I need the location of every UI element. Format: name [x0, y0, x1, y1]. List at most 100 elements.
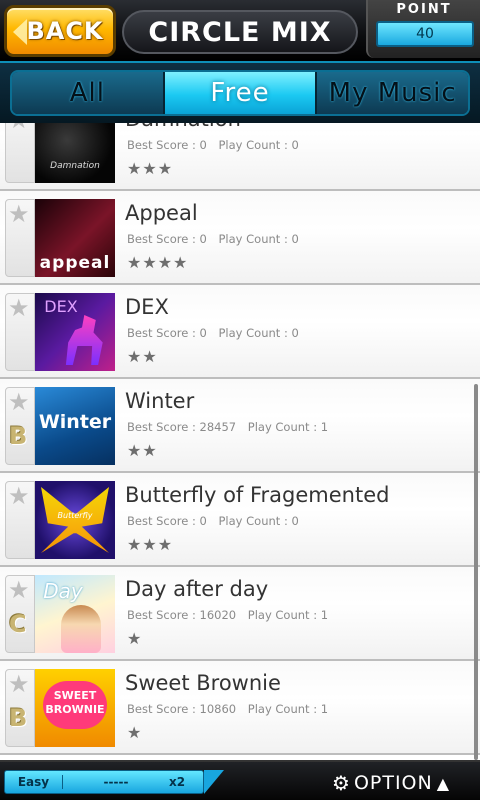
header-bar: BACK CIRCLE MIX POINT 40 [0, 0, 480, 63]
favorite-toggle[interactable]: ★ C [5, 575, 35, 653]
best-score: Best Score : 0 [127, 138, 207, 152]
song-meta: Best Score : 10860 Play Count : 1 [127, 702, 328, 716]
triangle-up-icon: ▲ [436, 773, 451, 793]
album-art: SWEET BROWNIE [35, 669, 115, 747]
horse-silhouette [65, 315, 103, 365]
star-outline-icon: ★ [8, 123, 30, 134]
star-outline-icon: ★ [8, 670, 30, 698]
difficulty-stars: ★★★ [127, 535, 174, 554]
play-count: Play Count : 0 [218, 232, 299, 246]
point-value: 40 [376, 21, 474, 47]
rank-badge: B [9, 422, 28, 450]
album-art: Damnation [35, 123, 115, 183]
album-art: appeal [35, 199, 115, 277]
song-list[interactable]: ★ Damnation Damnation Best Score : 0 Pla… [0, 123, 480, 760]
favorite-toggle[interactable]: ★ [5, 123, 35, 183]
song-row[interactable]: ★ Butterfly Butterfly of Fragemented Bes… [0, 473, 480, 567]
gear-icon: ⚙ [332, 771, 351, 795]
song-meta: Best Score : 0 Play Count : 0 [127, 326, 299, 340]
album-art-text: Damnation [50, 161, 100, 171]
difficulty-selector[interactable]: Easy ----- x2 [4, 770, 204, 794]
difficulty-mid: ----- [103, 775, 129, 789]
album-art-text: SWEET BROWNIE [45, 689, 105, 716]
favorite-toggle[interactable]: ★ [5, 481, 35, 559]
best-score: Best Score : 10860 [127, 702, 237, 716]
album-art-text: Butterfly [57, 511, 93, 520]
option-label: OPTION [353, 772, 433, 794]
page-title: CIRCLE MIX [122, 10, 358, 54]
song-row[interactable]: ★ DEX DEX Best Score : 0 Play Count : 0 … [0, 285, 480, 379]
best-score: Best Score : 16020 [127, 608, 237, 622]
tab-group: All Free My Music [10, 70, 470, 116]
song-meta: Best Score : 0 Play Count : 0 [127, 138, 299, 152]
option-button[interactable]: ⚙ OPTION ▲ [332, 770, 450, 796]
rank-badge: B [9, 704, 28, 732]
song-title: Appeal [125, 201, 198, 225]
difficulty-stars: ★★ [127, 347, 158, 366]
song-title: Damnation [125, 123, 241, 131]
song-title: Winter [125, 389, 195, 413]
star-outline-icon: ★ [8, 294, 30, 322]
best-score: Best Score : 0 [127, 232, 207, 246]
play-count: Play Count : 1 [247, 420, 329, 434]
speed-label: x2 [169, 775, 186, 789]
character-figure [61, 605, 101, 653]
difficulty-stars: ★ [127, 629, 143, 648]
song-meta: Best Score : 0 Play Count : 0 [127, 514, 299, 528]
star-outline-icon: ★ [8, 576, 30, 604]
tab-my-music[interactable]: My Music [317, 72, 468, 114]
rank-badge: C [9, 610, 27, 638]
butterfly-wings [41, 487, 109, 553]
song-meta: Best Score : 28457 Play Count : 1 [127, 420, 328, 434]
tab-free[interactable]: Free [164, 72, 318, 114]
bottom-bar: Easy ----- x2 ⚙ OPTION ▲ [0, 760, 480, 800]
favorite-toggle[interactable]: ★ [5, 199, 35, 277]
difficulty-stars: ★★★ [127, 159, 174, 178]
best-score: Best Score : 0 [127, 514, 207, 528]
song-row[interactable]: ★ appeal Appeal Best Score : 0 Play Coun… [0, 191, 480, 285]
song-row[interactable]: ★ C Day Day after day Best Score : 16020… [0, 567, 480, 661]
album-art: Winter [35, 387, 115, 465]
difficulty-tail [204, 770, 224, 794]
star-outline-icon: ★ [8, 200, 30, 228]
song-title: Butterfly of Fragemented [125, 483, 390, 507]
star-outline-icon: ★ [8, 388, 30, 416]
album-art: Day [35, 575, 115, 653]
album-art-text: Winter [38, 411, 112, 433]
point-panel: POINT 40 [366, 0, 480, 58]
album-art: DEX [35, 293, 115, 371]
list-scrollbar[interactable] [474, 384, 478, 760]
back-arrow-icon [13, 19, 27, 45]
song-title: DEX [125, 295, 169, 319]
song-title: Day after day [125, 577, 269, 601]
best-score: Best Score : 0 [127, 326, 207, 340]
difficulty-label: Easy [5, 775, 63, 789]
back-button-label: BACK [26, 17, 104, 45]
favorite-toggle[interactable]: ★ B [5, 387, 35, 465]
difficulty-stars: ★★ [127, 441, 158, 460]
play-count: Play Count : 1 [247, 702, 329, 716]
song-meta: Best Score : 0 Play Count : 0 [127, 232, 299, 246]
back-button[interactable]: BACK [4, 5, 116, 57]
song-row[interactable]: ★ B SWEET BROWNIE Sweet Brownie Best Sco… [0, 661, 480, 755]
difficulty-stars: ★★★★ [127, 253, 189, 272]
song-meta: Best Score : 16020 Play Count : 1 [127, 608, 328, 622]
play-count: Play Count : 0 [218, 138, 299, 152]
tab-all[interactable]: All [12, 72, 165, 114]
play-count: Play Count : 0 [218, 326, 299, 340]
difficulty-stars: ★ [127, 723, 143, 742]
tab-bar: All Free My Music [0, 63, 480, 123]
favorite-toggle[interactable]: ★ B [5, 669, 35, 747]
album-art-text: appeal [39, 253, 111, 273]
song-row[interactable]: ★ Damnation Damnation Best Score : 0 Pla… [0, 123, 480, 191]
album-art-text: Day [43, 579, 83, 603]
best-score: Best Score : 28457 [127, 420, 237, 434]
play-count: Play Count : 1 [247, 608, 329, 622]
favorite-toggle[interactable]: ★ [5, 293, 35, 371]
star-outline-icon: ★ [8, 482, 30, 510]
album-art-text: DEX [44, 297, 78, 316]
song-row[interactable]: ★ B Winter Winter Best Score : 28457 Pla… [0, 379, 480, 473]
song-title: Sweet Brownie [125, 671, 281, 695]
album-art: Butterfly [35, 481, 115, 559]
play-count: Play Count : 0 [218, 514, 299, 528]
